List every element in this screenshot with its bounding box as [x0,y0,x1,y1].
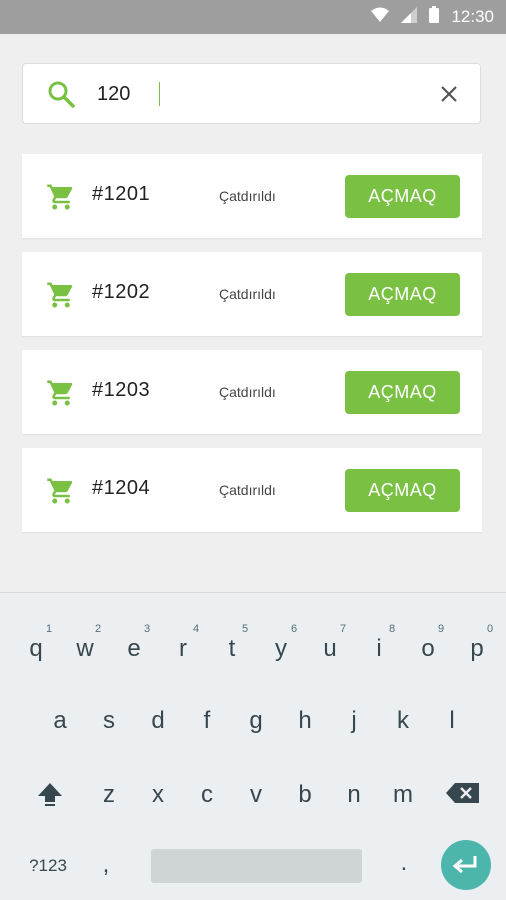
space-key[interactable] [151,849,362,883]
key-hint: 1 [45,623,53,635]
order-list: #1201 Çatdırıldı AÇMAQ #1202 Çatdırıldı … [22,154,482,546]
order-status: Çatdırıldı [219,286,276,302]
key-y[interactable]: y [268,635,294,663]
key-h[interactable]: h [292,707,318,735]
period-key[interactable]: . [394,849,414,877]
cart-icon [46,280,76,310]
key-hint: 6 [290,623,298,635]
close-icon[interactable] [436,81,462,107]
order-id: #1204 [92,477,151,499]
key-hint: 8 [388,623,396,635]
key-hint: 4 [192,623,200,635]
order-card: #1202 Çatdırıldı AÇMAQ [22,252,482,336]
key-t[interactable]: t [219,635,245,663]
key-z[interactable]: z [96,781,122,809]
key-k[interactable]: k [390,707,416,735]
key-o[interactable]: o [415,635,441,663]
key-hint: 3 [143,623,151,635]
order-id: #1203 [92,379,151,401]
soft-keyboard: 1 q 2 w 3 e 4 r 5 t 6 y 7 u 8 i 9 o 0 p … [0,592,506,900]
open-order-button[interactable]: AÇMAQ [345,175,460,218]
key-hint: 7 [339,623,347,635]
status-bar: 12:30 [0,0,506,34]
order-status: Çatdırıldı [219,384,276,400]
key-r[interactable]: r [170,635,196,663]
key-e[interactable]: e [121,635,147,663]
app-content: #1201 Çatdırıldı AÇMAQ #1202 Çatdırıldı … [0,34,506,592]
key-u[interactable]: u [317,635,343,663]
battery-icon [429,6,440,28]
text-caret [159,82,160,106]
status-time: 12:30 [451,7,494,26]
cart-icon [46,378,76,408]
key-d[interactable]: d [145,707,171,735]
key-b[interactable]: b [292,781,318,809]
search-input[interactable] [97,76,417,112]
key-l[interactable]: l [439,707,465,735]
key-a[interactable]: a [47,707,73,735]
status-icons: 12:30 [371,0,494,34]
cart-icon [46,182,76,212]
cart-icon [46,476,76,506]
key-x[interactable]: x [145,781,171,809]
key-hint: 9 [437,623,445,635]
signal-icon [401,6,418,28]
order-card: #1201 Çatdırıldı AÇMAQ [22,154,482,238]
wifi-icon [371,7,390,28]
order-card: #1203 Çatdırıldı AÇMAQ [22,350,482,434]
key-p[interactable]: p [464,635,490,663]
key-n[interactable]: n [341,781,367,809]
key-hint: 5 [241,623,249,635]
order-card: #1204 Çatdırıldı AÇMAQ [22,448,482,532]
key-hint: 0 [486,623,494,635]
order-status: Çatdırıldı [219,188,276,204]
order-id: #1202 [92,281,151,303]
key-m[interactable]: m [390,781,416,809]
key-i[interactable]: i [366,635,392,663]
enter-icon[interactable] [441,840,491,890]
shift-icon[interactable] [34,781,66,807]
key-c[interactable]: c [194,781,220,809]
order-status: Çatdırıldı [219,482,276,498]
key-f[interactable]: f [194,707,220,735]
symbols-key[interactable]: ?123 [20,856,76,876]
order-id: #1201 [92,183,151,205]
open-order-button[interactable]: AÇMAQ [345,469,460,512]
key-s[interactable]: s [96,707,122,735]
key-j[interactable]: j [341,707,367,735]
key-w[interactable]: w [72,635,98,663]
search-icon [47,80,75,108]
key-q[interactable]: q [23,635,49,663]
key-g[interactable]: g [243,707,269,735]
open-order-button[interactable]: AÇMAQ [345,273,460,316]
key-v[interactable]: v [243,781,269,809]
key-hint: 2 [94,623,102,635]
backspace-icon[interactable] [445,781,481,807]
comma-key[interactable]: , [96,851,116,879]
search-bar[interactable] [22,63,481,124]
open-order-button[interactable]: AÇMAQ [345,371,460,414]
